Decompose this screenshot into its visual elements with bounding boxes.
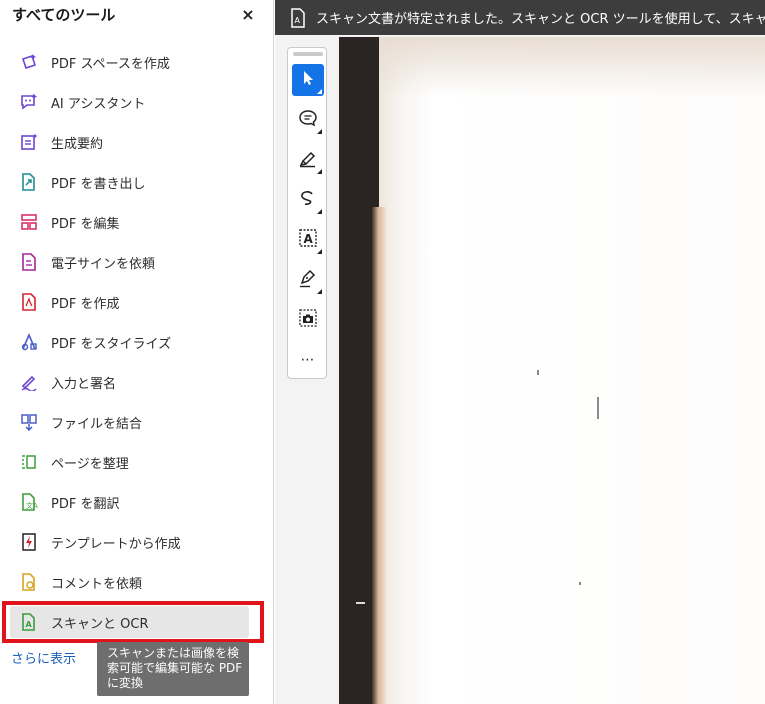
translate-pdf-icon: 文A: [18, 491, 40, 513]
tool-stylize-pdf[interactable]: PDF をスタイライズ: [0, 322, 273, 362]
svg-text:A: A: [295, 16, 301, 25]
ai-assistant-icon: [18, 91, 40, 113]
tool-scan-and-ocr[interactable]: A スキャンと OCR: [10, 606, 249, 638]
page-speck: [597, 397, 599, 419]
quick-tools-toolbar: A ⋯: [287, 47, 327, 379]
tool-label: 電子サインを依頼: [51, 256, 156, 272]
tool-label: 入力と署名: [51, 376, 117, 392]
tool-label: ファイルを結合: [51, 416, 143, 432]
tool-label: PDF をスタイライズ: [51, 336, 172, 352]
scan-ocr-tooltip: スキャンまたは画像を検索可能で編集可能な PDF に変換: [97, 642, 249, 696]
svg-text:A: A: [26, 620, 33, 629]
more-tools[interactable]: ⋯: [292, 344, 324, 376]
tool-create-pdf-space[interactable]: PDF スペースを作成: [0, 42, 273, 82]
tool-label: PDF スペースを作成: [51, 56, 170, 72]
page-speck: [356, 602, 365, 604]
page-speck: [579, 582, 581, 585]
stylize-pdf-icon: [18, 331, 40, 353]
select-tool[interactable]: [292, 64, 324, 96]
tool-label: スキャンと OCR: [51, 616, 149, 632]
snapshot-tool[interactable]: [292, 304, 324, 336]
scanned-page-image: [339, 37, 765, 704]
document-viewer[interactable]: [275, 35, 765, 704]
submenu-indicator: [317, 289, 322, 294]
edit-pdf-icon: [18, 211, 40, 233]
create-pdf-icon: [18, 291, 40, 313]
tool-request-comments[interactable]: コメントを依頼: [0, 562, 273, 602]
generative-summary-icon: [18, 131, 40, 153]
highlighter-icon: [298, 148, 318, 172]
submenu-indicator: [317, 129, 322, 134]
scan-ocr-icon: A: [18, 611, 40, 633]
organize-pages-icon: [18, 451, 40, 473]
close-panel-button[interactable]: ×: [238, 3, 258, 25]
tool-label: PDF を書き出し: [51, 176, 146, 192]
tool-label: コメントを依頼: [51, 576, 143, 592]
pointer-icon: [300, 69, 316, 91]
tool-label: AI アシスタント: [51, 96, 146, 112]
svg-text:文A: 文A: [26, 501, 38, 510]
tool-create-pdf[interactable]: PDF を作成: [0, 282, 273, 322]
request-comments-icon: [18, 571, 40, 593]
comment-tool[interactable]: [292, 104, 324, 136]
tool-generative-summary[interactable]: 生成要約: [0, 122, 273, 162]
fill-sign-icon: [18, 371, 40, 393]
page-edge: [372, 207, 386, 704]
export-pdf-icon: [18, 171, 40, 193]
pen-sign-icon: [298, 268, 318, 292]
fill-sign-tool[interactable]: [292, 264, 324, 296]
draw-tool[interactable]: [292, 184, 324, 216]
page-shadow-top: [379, 37, 765, 97]
panel-title: すべてのツール: [12, 6, 116, 24]
tool-label: 生成要約: [51, 136, 104, 152]
all-tools-panel: すべてのツール × PDF スペースを作成 AI アシスタント 生成要約 PDF…: [0, 0, 274, 704]
svg-text:A: A: [304, 232, 314, 246]
combine-files-icon: [18, 411, 40, 433]
scanned-document-notice-bar: A スキャン文書が特定されました。スキャンと OCR ツールを使用して、スキャン…: [275, 0, 765, 35]
tool-fill-and-sign[interactable]: 入力と署名: [0, 362, 273, 402]
submenu-indicator: [317, 209, 322, 214]
tool-translate-pdf[interactable]: 文A PDF を翻訳: [0, 482, 273, 522]
comment-bubble-icon: [298, 108, 318, 132]
tool-edit-pdf[interactable]: PDF を編集: [0, 202, 273, 242]
notice-text: スキャン文書が特定されました。スキャンと OCR ツールを使用して、スキャンまた…: [316, 12, 765, 27]
show-more-link[interactable]: さらに表示: [11, 648, 76, 667]
scanned-document-icon: A: [290, 7, 306, 29]
tool-label: テンプレートから作成: [51, 536, 181, 552]
page-speck: [537, 370, 539, 375]
tool-request-esign[interactable]: 電子サインを依頼: [0, 242, 273, 282]
text-select-box-icon: A: [298, 228, 318, 252]
tool-combine-files[interactable]: ファイルを結合: [0, 402, 273, 442]
pdf-space-icon: [18, 51, 40, 73]
template-icon: [18, 531, 40, 553]
submenu-indicator: [317, 89, 322, 94]
tool-organize-pages[interactable]: ページを整理: [0, 442, 273, 482]
camera-snapshot-icon: [298, 308, 318, 332]
tool-export-pdf[interactable]: PDF を書き出し: [0, 162, 273, 202]
tool-list: PDF スペースを作成 AI アシスタント 生成要約 PDF を書き出し PDF…: [0, 42, 273, 642]
submenu-indicator: [317, 169, 322, 174]
toolbar-grip[interactable]: [293, 52, 323, 56]
submenu-indicator: [317, 249, 322, 254]
tool-label: PDF を編集: [51, 216, 120, 232]
request-esign-icon: [18, 251, 40, 273]
more-dots-icon: ⋯: [300, 352, 316, 368]
tool-label: PDF を作成: [51, 296, 120, 312]
tool-create-from-template[interactable]: テンプレートから作成: [0, 522, 273, 562]
tool-ai-assistant[interactable]: AI アシスタント: [0, 82, 273, 122]
freehand-draw-icon: [298, 188, 318, 212]
page-paper: [379, 37, 765, 704]
highlight-tool[interactable]: [292, 144, 324, 176]
tool-label: PDF を翻訳: [51, 496, 120, 512]
text-recognition-tool[interactable]: A: [292, 224, 324, 256]
tool-label: ページを整理: [51, 456, 129, 472]
